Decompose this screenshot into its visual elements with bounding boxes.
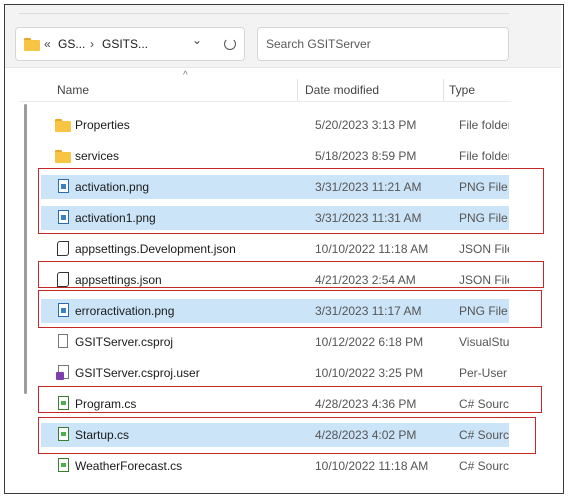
breadcrumb-gsits[interactable]: GSITS... bbox=[102, 37, 148, 51]
file-date-modified: 10/10/2022 11:18 AM bbox=[315, 459, 429, 473]
file-name: WeatherForecast.cs bbox=[75, 459, 183, 473]
column-type[interactable]: Type bbox=[449, 83, 475, 97]
csproj-file-icon bbox=[55, 334, 71, 350]
breadcrumb-gs[interactable]: GS... bbox=[58, 37, 85, 51]
file-name: Properties bbox=[75, 118, 130, 132]
folder-icon bbox=[55, 148, 71, 164]
toolbar: « GS... › GSITS... ⌄ Search GSITServer bbox=[5, 5, 561, 68]
file-name: GSITServer.csproj.user bbox=[75, 366, 200, 380]
file-name: GSITServer.csproj bbox=[75, 335, 174, 349]
folder-icon bbox=[55, 117, 71, 133]
file-row[interactable]: WeatherForecast.cs 10/10/2022 11:18 AM C# … bbox=[41, 454, 509, 478]
file-type: File folder bbox=[459, 118, 509, 132]
overflow-chevron-icon[interactable]: « bbox=[44, 37, 51, 51]
file-row[interactable]: Properties 5/20/2023 3:13 PM File folder bbox=[41, 113, 509, 137]
column-divider[interactable] bbox=[297, 79, 298, 101]
highlight-box bbox=[38, 168, 544, 234]
highlight-box bbox=[38, 261, 544, 288]
sort-ascending-icon: ^ bbox=[183, 70, 188, 81]
column-date-modified[interactable]: Date modified bbox=[305, 83, 379, 97]
file-type: VisualStudio bbox=[459, 335, 509, 349]
column-name[interactable]: Name bbox=[57, 83, 89, 97]
toolbar-divider bbox=[19, 13, 509, 14]
file-date-modified: 10/10/2022 11:18 AM bbox=[315, 242, 429, 256]
highlight-box bbox=[38, 290, 542, 328]
search-input[interactable]: Search GSITServer bbox=[257, 27, 509, 61]
refresh-icon[interactable] bbox=[224, 38, 236, 50]
file-name: appsettings.Development.json bbox=[75, 242, 236, 256]
file-date-modified: 10/10/2022 3:25 PM bbox=[315, 366, 424, 380]
file-type: File folder bbox=[459, 149, 509, 163]
column-header: ^ Name Date modified Type bbox=[19, 70, 511, 102]
csharp-file-icon bbox=[55, 458, 71, 474]
address-bar[interactable]: « GS... › GSITS... ⌄ bbox=[15, 27, 245, 61]
folder-icon bbox=[24, 38, 40, 51]
file-row[interactable]: appsettings.Development.json 10/10/2022 1… bbox=[41, 237, 509, 261]
chevron-down-icon[interactable]: ⌄ bbox=[192, 33, 202, 47]
file-date-modified: 5/20/2023 3:13 PM bbox=[315, 118, 417, 132]
file-date-modified: 10/12/2022 6:18 PM bbox=[315, 335, 424, 349]
csproj-user-file-icon bbox=[55, 365, 71, 381]
vertical-scrollbar[interactable] bbox=[24, 104, 27, 394]
column-divider[interactable] bbox=[443, 79, 444, 101]
highlight-box bbox=[38, 386, 542, 413]
file-type: Per-User bbox=[459, 366, 508, 380]
file-type: C# Source bbox=[459, 459, 509, 473]
file-date-modified: 5/18/2023 8:59 PM bbox=[315, 149, 417, 163]
file-row[interactable]: GSITServer.csproj 10/12/2022 6:18 PM Visua… bbox=[41, 330, 509, 354]
file-row[interactable]: GSITServer.csproj.user 10/10/2022 3:25 PM… bbox=[41, 361, 509, 385]
breadcrumb-separator-icon: › bbox=[90, 37, 94, 51]
highlight-box bbox=[38, 417, 536, 454]
file-explorer-window: « GS... › GSITS... ⌄ Search GSITServer ^… bbox=[4, 4, 564, 494]
file-row[interactable]: services 5/18/2023 8:59 PM File folder bbox=[41, 144, 509, 168]
file-name: services bbox=[75, 149, 120, 163]
json-file-icon bbox=[55, 241, 71, 257]
file-type: JSON File bbox=[459, 242, 509, 256]
